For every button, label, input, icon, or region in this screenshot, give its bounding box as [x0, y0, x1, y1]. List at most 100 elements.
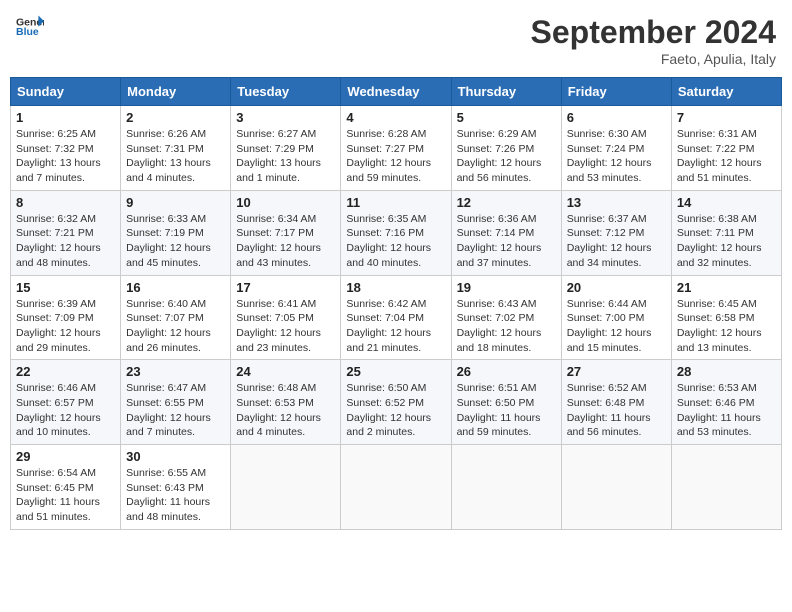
calendar-cell: 28Sunrise: 6:53 AMSunset: 6:46 PMDayligh…: [671, 360, 781, 445]
calendar-cell: [231, 445, 341, 530]
calendar-week-row: 1 Sunrise: 6:25 AMSunset: 7:32 PMDaylight…: [11, 106, 782, 191]
svg-text:Blue: Blue: [16, 26, 39, 38]
day-number: 21: [677, 280, 776, 295]
day-info: Sunrise: 6:40 AMSunset: 7:07 PMDaylight:…: [126, 297, 225, 356]
col-header-saturday: Saturday: [671, 78, 781, 106]
calendar-cell: 6 Sunrise: 6:30 AMSunset: 7:24 PMDaylight…: [561, 106, 671, 191]
header: General Blue September 2024 Faeto, Apuli…: [10, 10, 782, 71]
calendar-week-row: 22 Sunrise: 6:46 AMSunset: 6:57 PMDayligh…: [11, 360, 782, 445]
day-number: 23: [126, 364, 225, 379]
calendar-cell: 27Sunrise: 6:52 AMSunset: 6:48 PMDayligh…: [561, 360, 671, 445]
day-info: Sunrise: 6:35 AMSunset: 7:16 PMDaylight:…: [346, 212, 445, 271]
day-number: 5: [457, 110, 556, 125]
calendar-cell: 17Sunrise: 6:41 AMSunset: 7:05 PMDayligh…: [231, 275, 341, 360]
col-header-monday: Monday: [121, 78, 231, 106]
day-info: Sunrise: 6:50 AMSunset: 6:52 PMDaylight:…: [346, 381, 445, 440]
calendar-cell: 7 Sunrise: 6:31 AMSunset: 7:22 PMDaylight…: [671, 106, 781, 191]
day-number: 15: [16, 280, 115, 295]
day-number: 18: [346, 280, 445, 295]
calendar-cell: 16 Sunrise: 6:40 AMSunset: 7:07 PMDayligh…: [121, 275, 231, 360]
day-number: 10: [236, 195, 335, 210]
calendar-cell: 26 Sunrise: 6:51 AMSunset: 6:50 PMDayligh…: [451, 360, 561, 445]
logo: General Blue: [16, 14, 44, 38]
calendar-cell: [561, 445, 671, 530]
day-info: Sunrise: 6:31 AMSunset: 7:22 PMDaylight:…: [677, 127, 776, 186]
calendar-cell: 22 Sunrise: 6:46 AMSunset: 6:57 PMDayligh…: [11, 360, 121, 445]
day-number: 14: [677, 195, 776, 210]
calendar-cell: 11 Sunrise: 6:35 AMSunset: 7:16 PMDayligh…: [341, 190, 451, 275]
calendar-cell: [671, 445, 781, 530]
calendar-cell: 14 Sunrise: 6:38 AMSunset: 7:11 PMDayligh…: [671, 190, 781, 275]
day-info: Sunrise: 6:51 AMSunset: 6:50 PMDaylight:…: [457, 381, 556, 440]
day-info: Sunrise: 6:55 AMSunset: 6:43 PMDaylight:…: [126, 466, 225, 525]
day-info: Sunrise: 6:54 AMSunset: 6:45 PMDaylight:…: [16, 466, 115, 525]
calendar-cell: 4 Sunrise: 6:28 AMSunset: 7:27 PMDaylight…: [341, 106, 451, 191]
day-info: Sunrise: 6:52 AMSunset: 6:48 PMDaylight:…: [567, 381, 666, 440]
logo-icon: General Blue: [16, 14, 44, 38]
calendar-week-row: 15 Sunrise: 6:39 AMSunset: 7:09 PMDayligh…: [11, 275, 782, 360]
day-info: Sunrise: 6:36 AMSunset: 7:14 PMDaylight:…: [457, 212, 556, 271]
day-info: Sunrise: 6:48 AMSunset: 6:53 PMDaylight:…: [236, 381, 335, 440]
day-number: 19: [457, 280, 556, 295]
col-header-sunday: Sunday: [11, 78, 121, 106]
calendar-cell: [451, 445, 561, 530]
day-info: Sunrise: 6:29 AMSunset: 7:26 PMDaylight:…: [457, 127, 556, 186]
calendar-cell: 9Sunrise: 6:33 AMSunset: 7:19 PMDaylight…: [121, 190, 231, 275]
calendar-cell: 15 Sunrise: 6:39 AMSunset: 7:09 PMDayligh…: [11, 275, 121, 360]
calendar-cell: 12 Sunrise: 6:36 AMSunset: 7:14 PMDayligh…: [451, 190, 561, 275]
calendar-cell: 3 Sunrise: 6:27 AMSunset: 7:29 PMDaylight…: [231, 106, 341, 191]
day-number: 11: [346, 195, 445, 210]
day-number: 30: [126, 449, 225, 464]
calendar-cell: 10Sunrise: 6:34 AMSunset: 7:17 PMDayligh…: [231, 190, 341, 275]
calendar-cell: 21Sunrise: 6:45 AMSunset: 6:58 PMDayligh…: [671, 275, 781, 360]
day-info: Sunrise: 6:28 AMSunset: 7:27 PMDaylight:…: [346, 127, 445, 186]
day-info: Sunrise: 6:44 AMSunset: 7:00 PMDaylight:…: [567, 297, 666, 356]
location-subtitle: Faeto, Apulia, Italy: [531, 51, 776, 67]
calendar-cell: 5 Sunrise: 6:29 AMSunset: 7:26 PMDaylight…: [451, 106, 561, 191]
calendar-cell: 20 Sunrise: 6:44 AMSunset: 7:00 PMDayligh…: [561, 275, 671, 360]
day-number: 1: [16, 110, 115, 125]
day-number: 9: [126, 195, 225, 210]
calendar-week-row: 8Sunrise: 6:32 AMSunset: 7:21 PMDaylight…: [11, 190, 782, 275]
col-header-wednesday: Wednesday: [341, 78, 451, 106]
day-number: 2: [126, 110, 225, 125]
day-info: Sunrise: 6:43 AMSunset: 7:02 PMDaylight:…: [457, 297, 556, 356]
day-info: Sunrise: 6:27 AMSunset: 7:29 PMDaylight:…: [236, 127, 335, 186]
day-number: 3: [236, 110, 335, 125]
day-number: 17: [236, 280, 335, 295]
day-number: 8: [16, 195, 115, 210]
day-info: Sunrise: 6:26 AMSunset: 7:31 PMDaylight:…: [126, 127, 225, 186]
month-title: September 2024: [531, 14, 776, 51]
day-number: 25: [346, 364, 445, 379]
day-info: Sunrise: 6:46 AMSunset: 6:57 PMDaylight:…: [16, 381, 115, 440]
calendar-cell: 25 Sunrise: 6:50 AMSunset: 6:52 PMDayligh…: [341, 360, 451, 445]
calendar-cell: 13Sunrise: 6:37 AMSunset: 7:12 PMDayligh…: [561, 190, 671, 275]
day-info: Sunrise: 6:38 AMSunset: 7:11 PMDaylight:…: [677, 212, 776, 271]
day-info: Sunrise: 6:30 AMSunset: 7:24 PMDaylight:…: [567, 127, 666, 186]
calendar-week-row: 29 Sunrise: 6:54 AMSunset: 6:45 PMDayligh…: [11, 445, 782, 530]
day-number: 4: [346, 110, 445, 125]
day-info: Sunrise: 6:25 AMSunset: 7:32 PMDaylight:…: [16, 127, 115, 186]
day-info: Sunrise: 6:42 AMSunset: 7:04 PMDaylight:…: [346, 297, 445, 356]
day-number: 29: [16, 449, 115, 464]
calendar-cell: 30 Sunrise: 6:55 AMSunset: 6:43 PMDayligh…: [121, 445, 231, 530]
day-number: 6: [567, 110, 666, 125]
day-number: 7: [677, 110, 776, 125]
day-number: 20: [567, 280, 666, 295]
col-header-thursday: Thursday: [451, 78, 561, 106]
day-number: 16: [126, 280, 225, 295]
day-number: 12: [457, 195, 556, 210]
day-number: 28: [677, 364, 776, 379]
calendar-cell: 23Sunrise: 6:47 AMSunset: 6:55 PMDayligh…: [121, 360, 231, 445]
day-number: 22: [16, 364, 115, 379]
title-area: September 2024 Faeto, Apulia, Italy: [531, 14, 776, 67]
calendar-cell: 19 Sunrise: 6:43 AMSunset: 7:02 PMDayligh…: [451, 275, 561, 360]
calendar-header-row: SundayMondayTuesdayWednesdayThursdayFrid…: [11, 78, 782, 106]
day-number: 26: [457, 364, 556, 379]
day-info: Sunrise: 6:37 AMSunset: 7:12 PMDaylight:…: [567, 212, 666, 271]
col-header-tuesday: Tuesday: [231, 78, 341, 106]
calendar-cell: 18 Sunrise: 6:42 AMSunset: 7:04 PMDayligh…: [341, 275, 451, 360]
calendar-cell: 29 Sunrise: 6:54 AMSunset: 6:45 PMDayligh…: [11, 445, 121, 530]
day-info: Sunrise: 6:39 AMSunset: 7:09 PMDaylight:…: [16, 297, 115, 356]
calendar-cell: 8Sunrise: 6:32 AMSunset: 7:21 PMDaylight…: [11, 190, 121, 275]
